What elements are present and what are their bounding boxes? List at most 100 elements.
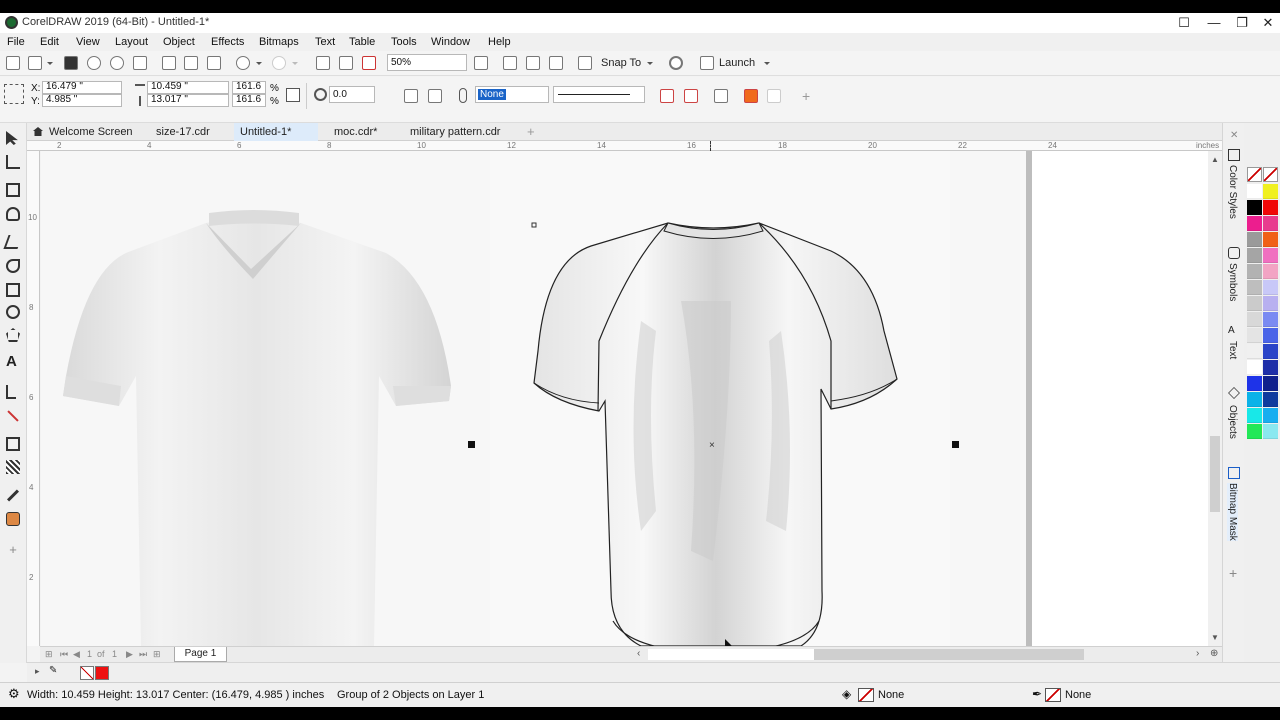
interactive-fill-icon[interactable] <box>6 512 20 526</box>
palette-swatch[interactable] <box>1263 216 1278 231</box>
last-page-icon[interactable]: ⏭ <box>139 649 147 660</box>
scroll-up-icon[interactable]: ▲ <box>1211 155 1219 164</box>
palette-swatch[interactable] <box>1247 360 1262 375</box>
menu-table[interactable]: Table <box>349 36 375 48</box>
transparency-tool-icon[interactable] <box>6 460 20 474</box>
launch-dropdown-icon[interactable] <box>764 62 770 65</box>
palette-no-color-swatch[interactable] <box>1247 167 1262 182</box>
snap-to-label[interactable]: Snap To <box>601 57 641 69</box>
vertical-scrollbar[interactable]: ▲ ▼ <box>1208 151 1222 646</box>
horizontal-scroll-track[interactable] <box>648 649 814 660</box>
ellipse-tool-icon[interactable] <box>6 305 20 319</box>
palette-swatch[interactable] <box>1247 200 1262 215</box>
open-icon[interactable] <box>28 56 42 70</box>
x-position-field[interactable]: 16.479 " <box>42 81 122 94</box>
docker-tab-symbols[interactable]: Symbols <box>1227 263 1238 301</box>
palette-swatch[interactable] <box>1263 328 1278 343</box>
palette-swatch[interactable] <box>1247 424 1262 439</box>
menu-view[interactable]: View <box>76 36 100 48</box>
new-tab-icon[interactable]: + <box>527 124 535 139</box>
undo-icon[interactable] <box>236 56 250 70</box>
full-screen-preview-icon[interactable] <box>474 56 488 70</box>
palette-swatch[interactable] <box>1263 360 1278 375</box>
palette-swatch[interactable] <box>1247 328 1262 343</box>
menu-text[interactable]: Text <box>315 36 335 48</box>
y-position-field[interactable]: 4.985 " <box>42 94 122 107</box>
wrap-text-icon[interactable] <box>714 89 728 103</box>
pan-tool-icon[interactable] <box>6 207 20 221</box>
user-profile-icon[interactable]: ☐ <box>1172 14 1196 32</box>
scale-x-field[interactable]: 161.6 <box>232 81 266 94</box>
connector-tool-icon[interactable] <box>7 410 19 422</box>
rotation-angle-field[interactable]: 0.0 <box>329 86 375 103</box>
zoom-level-field[interactable]: 50% <box>387 54 467 71</box>
palette-swatch[interactable] <box>1263 392 1278 407</box>
open-dropdown-icon[interactable] <box>47 62 53 65</box>
freehand-tool-icon[interactable] <box>3 235 23 249</box>
show-rulers-icon[interactable] <box>503 56 517 70</box>
zoom-navigator-icon[interactable]: ⊕ <box>1210 648 1218 659</box>
palette-swatch[interactable] <box>1247 216 1262 231</box>
scale-y-field[interactable]: 161.6 <box>232 94 266 107</box>
mirror-horizontal-icon[interactable] <box>404 89 418 103</box>
menu-edit[interactable]: Edit <box>40 36 59 48</box>
selection-handle-left[interactable] <box>468 441 475 448</box>
menu-effects[interactable]: Effects <box>211 36 244 48</box>
minimize-button[interactable]: — <box>1202 14 1226 32</box>
fill-none-swatch[interactable] <box>858 688 874 702</box>
scroll-left-icon[interactable]: ‹ <box>637 648 640 659</box>
new-document-icon[interactable] <box>6 56 20 70</box>
to-back-layer-icon[interactable] <box>767 89 781 103</box>
docker-tab-text[interactable]: Text <box>1227 341 1238 359</box>
docker-tab-bitmap-mask[interactable]: Bitmap Mask <box>1227 483 1238 541</box>
print-icon[interactable] <box>133 56 147 70</box>
selection-handle-right[interactable] <box>952 441 959 448</box>
palette-scroll-icon[interactable]: ▸ <box>35 666 40 677</box>
palette-swatch[interactable] <box>1263 296 1278 311</box>
export-pdf-icon[interactable] <box>362 56 376 70</box>
shape-tool-icon[interactable] <box>6 155 20 169</box>
save-icon[interactable] <box>64 56 78 70</box>
tab-military-pattern[interactable]: military pattern.cdr <box>404 123 524 141</box>
menu-window[interactable]: Window <box>431 36 470 48</box>
tab-moc[interactable]: moc.cdr* <box>328 123 406 141</box>
palette-swatch[interactable] <box>1247 264 1262 279</box>
pick-tool-icon[interactable] <box>6 131 18 145</box>
redo-dropdown-icon[interactable] <box>292 62 298 65</box>
scroll-right-icon[interactable]: › <box>1196 648 1199 659</box>
copy-icon[interactable] <box>184 56 198 70</box>
palette-swatch[interactable] <box>1247 344 1262 359</box>
palette-swatch[interactable] <box>1263 312 1278 327</box>
close-docker-icon[interactable]: ✕ <box>1230 130 1238 141</box>
lock-ratio-icon[interactable] <box>286 88 300 102</box>
palette-swatch[interactable] <box>1247 392 1262 407</box>
snap-to-icon[interactable] <box>578 56 592 70</box>
height-field[interactable]: 13.017 " <box>147 94 229 107</box>
drop-shadow-icon[interactable] <box>6 437 20 451</box>
menu-bitmaps[interactable]: Bitmaps <box>259 36 299 48</box>
palette-swatch[interactable] <box>1247 312 1262 327</box>
palette-swatch[interactable] <box>1263 200 1278 215</box>
menu-layout[interactable]: Layout <box>115 36 148 48</box>
artistic-media-icon[interactable] <box>6 259 20 273</box>
add-page-before-icon[interactable]: ⊞ <box>45 649 53 660</box>
restore-button[interactable]: ❐ <box>1230 14 1254 32</box>
palette-swatch[interactable] <box>1247 248 1262 263</box>
quick-customize-icon[interactable]: + <box>6 543 20 557</box>
paste-icon[interactable] <box>207 56 221 70</box>
cloud-upload-icon[interactable] <box>87 56 101 70</box>
break-apart-icon[interactable] <box>660 89 674 103</box>
red-color-swatch[interactable] <box>95 666 109 680</box>
page-tab[interactable]: Page 1 <box>174 647 227 662</box>
next-page-icon[interactable]: ▶ <box>126 649 133 660</box>
first-page-icon[interactable]: ⏮ <box>60 649 68 660</box>
redo-icon[interactable] <box>272 56 286 70</box>
tab-welcome-screen[interactable]: Welcome Screen <box>27 123 151 141</box>
line-style-selector[interactable] <box>553 86 645 103</box>
eyedropper-tool-icon[interactable] <box>6 489 20 502</box>
reference-point-icon[interactable] <box>4 84 24 104</box>
palette-swatch[interactable] <box>1263 408 1278 423</box>
text-tool-icon[interactable]: A <box>6 354 20 369</box>
add-docker-icon[interactable]: + <box>1229 565 1237 581</box>
to-front-layer-icon[interactable] <box>744 89 758 103</box>
